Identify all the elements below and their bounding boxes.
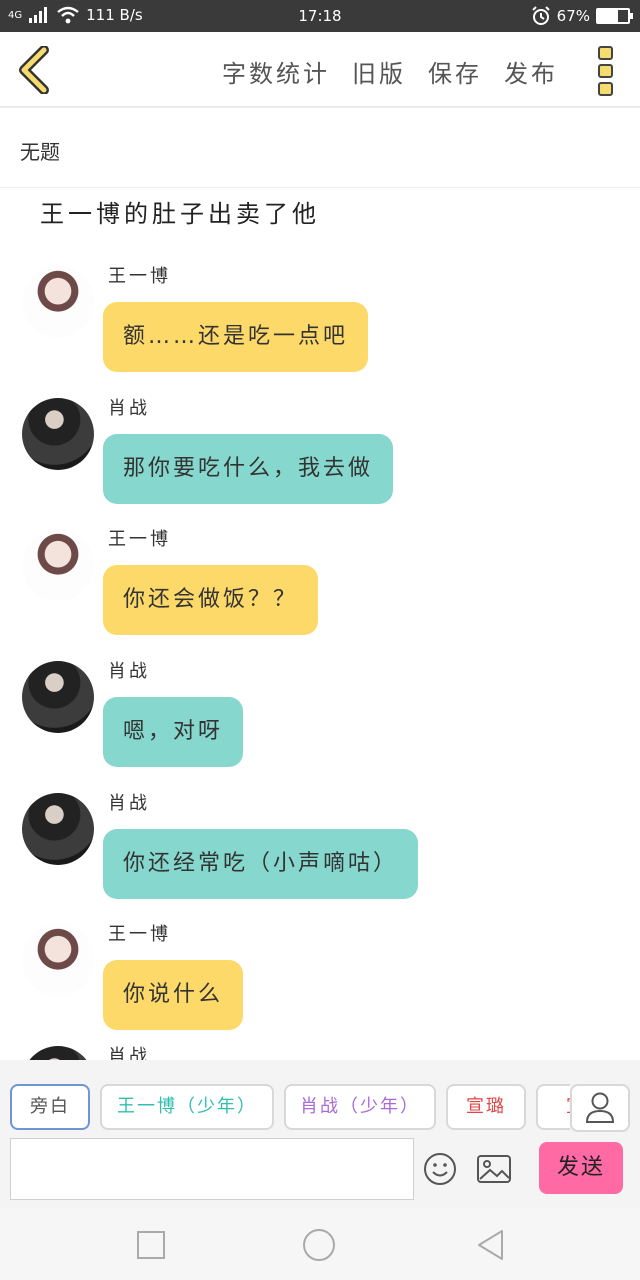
- message-item[interactable]: 王一博 你还会做饭？？: [0, 525, 640, 645]
- story-title: 王一博的肚子出卖了他: [40, 200, 320, 228]
- image-button[interactable]: [476, 1153, 512, 1185]
- more-vertical-icon[interactable]: [598, 46, 614, 96]
- avatar: [22, 924, 94, 996]
- role-chips: 旁白 王一博（少年） 肖战（少年） 宣璐 宣: [10, 1084, 570, 1132]
- role-manager-button[interactable]: [570, 1084, 630, 1132]
- document-title: 无题: [20, 140, 60, 164]
- editor-screen: 4G 111 B/s 17:18 67% 字数统计 旧版 保存 发布 无题 王一…: [0, 0, 640, 1280]
- back-nav-button[interactable]: [474, 1228, 508, 1262]
- image-icon: [477, 1155, 511, 1183]
- message-item[interactable]: 肖战 那你要吃什么，我去做: [0, 394, 640, 514]
- triangle-back-icon: [478, 1230, 503, 1260]
- message-item[interactable]: 王一博 你说什么: [0, 920, 640, 1040]
- person-icon: [585, 1092, 615, 1123]
- smiley-icon: [424, 1153, 456, 1185]
- battery-percent: 67%: [556, 7, 590, 25]
- message-input[interactable]: [10, 1138, 414, 1200]
- role-chip-xz[interactable]: 肖战（少年）: [284, 1084, 436, 1130]
- role-chip-narration[interactable]: 旁白: [10, 1084, 90, 1130]
- role-chip-xuanlu[interactable]: 宣璐: [446, 1084, 526, 1130]
- more-dot: [598, 64, 613, 78]
- message-item[interactable]: 肖战 嗯，对呀: [0, 657, 640, 777]
- home-button[interactable]: [302, 1228, 336, 1262]
- back-button[interactable]: [14, 45, 58, 95]
- more-dot: [598, 46, 613, 60]
- avatar: [22, 661, 94, 733]
- speaker-name: 王一博: [108, 924, 171, 945]
- message-bubble: 那你要吃什么，我去做: [103, 434, 394, 504]
- status-bar: 4G 111 B/s 17:18 67%: [0, 0, 640, 32]
- more-dot: [598, 82, 613, 96]
- word-count-button[interactable]: 字数统计: [222, 54, 330, 89]
- toolbar-actions: 字数统计 旧版 保存 发布: [222, 54, 558, 89]
- message-bubble: 额……还是吃一点吧: [103, 302, 369, 372]
- save-button[interactable]: 保存: [428, 54, 482, 89]
- title-field[interactable]: 无题: [0, 110, 640, 188]
- avatar: [22, 398, 94, 470]
- role-chip-partial[interactable]: 宣: [536, 1084, 570, 1130]
- speaker-name: 肖战: [108, 793, 150, 814]
- speaker-name: 肖战: [108, 661, 150, 682]
- publish-button[interactable]: 发布: [504, 54, 558, 89]
- recents-button[interactable]: [134, 1228, 168, 1262]
- battery-fill: [598, 10, 619, 22]
- role-chip-wyb[interactable]: 王一博（少年）: [100, 1084, 274, 1130]
- speaker-name: 王一博: [108, 529, 171, 550]
- avatar: [22, 793, 94, 865]
- old-version-button[interactable]: 旧版: [352, 54, 406, 89]
- top-toolbar: 字数统计 旧版 保存 发布: [0, 32, 640, 108]
- message-bubble: 嗯，对呀: [103, 697, 244, 767]
- system-nav-bar: [0, 1208, 640, 1280]
- message-item[interactable]: 王一博 额……还是吃一点吧: [0, 262, 640, 382]
- speaker-name: 王一博: [108, 266, 171, 287]
- avatar: [22, 529, 94, 601]
- circle-icon: [303, 1229, 335, 1261]
- chevron-left-icon: [19, 45, 49, 95]
- speaker-name: 肖战: [108, 398, 150, 419]
- send-button[interactable]: 发送: [539, 1142, 623, 1194]
- message-bubble: 你还经常吃（小声嘀咕）: [103, 829, 419, 899]
- emoji-button[interactable]: [423, 1152, 457, 1186]
- composer-panel: 旁白 王一博（少年） 肖战（少年） 宣璐 宣: [0, 1060, 640, 1208]
- message-item[interactable]: 肖战 你还经常吃（小声嘀咕）: [0, 789, 640, 909]
- message-bubble: 你还会做饭？？: [103, 565, 319, 635]
- message-bubble: 你说什么: [103, 960, 244, 1030]
- avatar: [22, 266, 94, 338]
- status-right: 67%: [531, 6, 633, 26]
- square-icon: [137, 1231, 165, 1259]
- alarm-icon: [531, 6, 550, 25]
- battery-icon: [596, 8, 633, 24]
